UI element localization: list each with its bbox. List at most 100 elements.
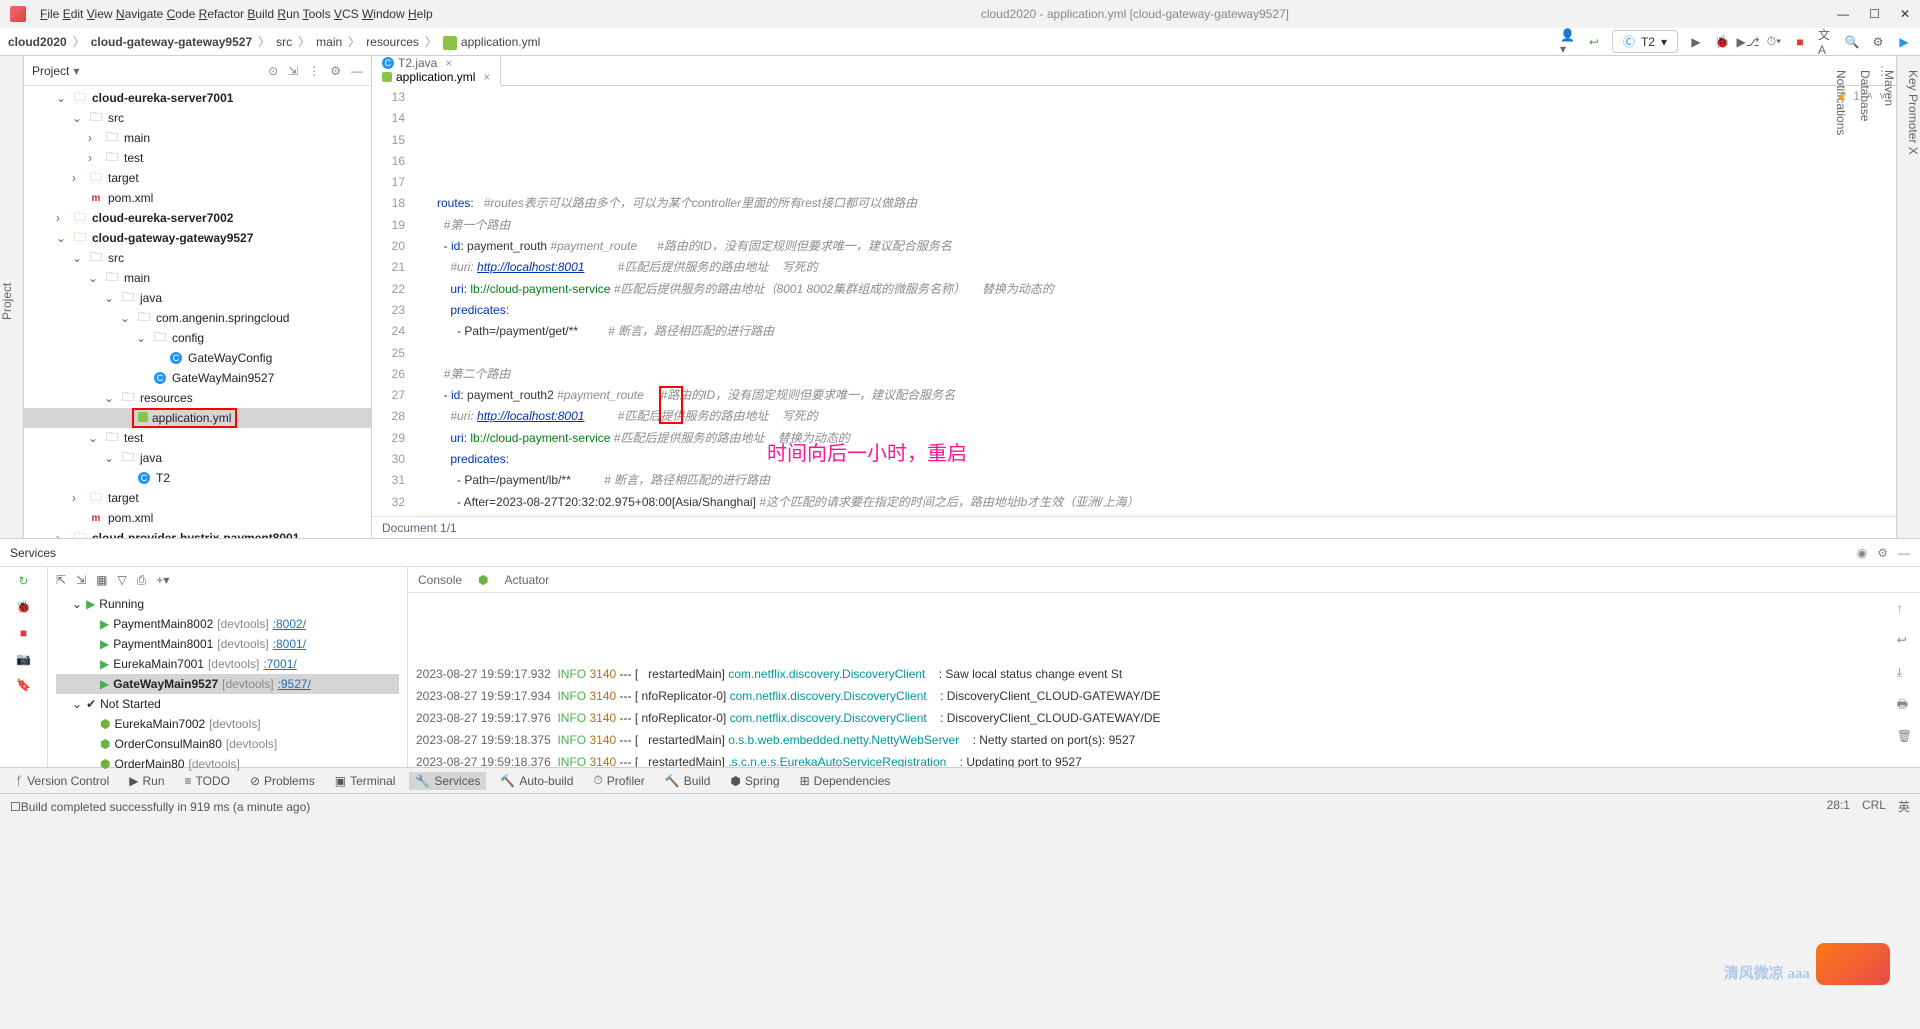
menu-refactor[interactable]: Refactor [199, 7, 244, 21]
stack-icon[interactable]: ⎙ [137, 573, 147, 588]
tree-node[interactable]: CGateWayConfig [24, 348, 371, 368]
project-tree[interactable]: ⌄🗀cloud-eureka-server7001⌄🗀src›🗀main›🗀te… [24, 86, 371, 538]
tree-node[interactable]: ⌄🗀src [24, 108, 371, 128]
service-item[interactable]: ⬢ OrderConsulMain80 [devtools] [56, 734, 399, 754]
toolwindow-version-control[interactable]: ᚶ Version Control [10, 772, 115, 790]
service-item[interactable]: ⬢ EurekaMain7002 [devtools] [56, 714, 399, 734]
project-sidebar-tab[interactable]: Project [0, 64, 14, 538]
menu-run[interactable]: Run [277, 7, 299, 21]
tree-node[interactable]: ⌄🗀cloud-eureka-server7001 [24, 88, 371, 108]
tree-node[interactable]: ›🗀target [24, 488, 371, 508]
close-tab-icon[interactable]: × [483, 70, 490, 84]
tree-node[interactable]: CT2 [24, 468, 371, 488]
settings-icon[interactable]: ◉ [1857, 546, 1867, 560]
add-icon[interactable]: +▾ [156, 573, 169, 588]
close-icon[interactable]: ✕ [1900, 7, 1910, 21]
tree-node[interactable]: ›🗀main [24, 128, 371, 148]
code-editor[interactable]: ▲ 1 ˄ ˅ 时间向后一小时，重启 routes: #routes表示可以路由… [417, 86, 1896, 516]
tree-node[interactable]: ⌄🗀resources [24, 388, 371, 408]
run-config-selector[interactable]: Ⓒ T2 ▾ [1612, 30, 1678, 53]
hide-icon[interactable]: — [351, 64, 363, 78]
tree-node[interactable]: ›🗀target [24, 168, 371, 188]
search-icon[interactable]: 🔍 [1844, 34, 1860, 50]
tree-node[interactable]: application.yml [24, 408, 371, 428]
breadcrumb-item[interactable]: main [316, 35, 342, 49]
toolwindow-auto-build[interactable]: 🔨 Auto-build [494, 772, 579, 790]
collapse-icon[interactable]: ⋮ [308, 64, 320, 78]
tree-node[interactable]: ⌄🗀src [24, 248, 371, 268]
coverage-icon[interactable]: ▶⎇ [1740, 34, 1756, 50]
maximize-icon[interactable]: ☐ [1869, 7, 1880, 21]
menu-tools[interactable]: Tools [303, 7, 331, 21]
menu-window[interactable]: Window [362, 7, 405, 21]
layout-icon[interactable]: ▦ [96, 573, 107, 588]
close-tab-icon[interactable]: × [445, 56, 452, 70]
tree-node[interactable]: ⌄🗀main [24, 268, 371, 288]
editor-tab[interactable]: application.yml× [372, 70, 501, 86]
toolwindow-spring[interactable]: ⬢ Spring [724, 772, 785, 790]
select-icon[interactable]: ⊙ [268, 64, 278, 78]
toolwindow-todo[interactable]: ≡ TODO [179, 772, 236, 790]
tree-node[interactable]: ⌄🗀java [24, 288, 371, 308]
breadcrumb-item[interactable]: cloud-gateway-gateway9527 [91, 35, 252, 49]
minimize-icon[interactable]: — [1837, 7, 1849, 21]
tree-node[interactable]: ⌄🗀java [24, 448, 371, 468]
tree-node[interactable]: ›🗀cloud-provider-hystrix-payment8001 [24, 528, 371, 538]
warning-icon[interactable]: ▲ [1835, 86, 1847, 107]
toolwindow-profiler[interactable]: ⏱ Profiler [587, 771, 650, 790]
camera-icon[interactable]: 📷 [16, 651, 32, 667]
tree-node[interactable]: ⌄🗀com.angenin.springcloud [24, 308, 371, 328]
bookmarks-icon[interactable]: 🔖 [16, 677, 32, 693]
profile-icon[interactable]: ⏱▾ [1766, 34, 1782, 50]
chevron-down-icon[interactable]: ▾ [73, 64, 79, 78]
services-tree[interactable]: ⇱ ⇲ ▦ ▽ ⎙ +▾ ⌄ ▶ Running▶ PaymentMain800… [48, 567, 408, 767]
tree-node[interactable]: mpom.xml [24, 508, 371, 528]
menu-file[interactable]: File [40, 7, 59, 21]
back-icon[interactable]: ↩ [1586, 34, 1602, 50]
tree-node[interactable]: mpom.xml [24, 188, 371, 208]
debug-icon[interactable]: 🐞 [1714, 34, 1730, 50]
console-output[interactable]: ↑ ↩ ⤓ 🖶 🗑 2023-08-27 19:59:17.932 INFO 3… [408, 593, 1920, 767]
chevron-up-icon[interactable]: ˄ [1866, 86, 1873, 107]
tree-node[interactable]: ⌄🗀config [24, 328, 371, 348]
expand-icon[interactable]: ⇲ [288, 64, 298, 78]
run-icon[interactable]: ▶ [1688, 34, 1704, 50]
scroll-end-icon[interactable]: ⤓ [1897, 661, 1912, 683]
menu-vcs[interactable]: VCS [334, 7, 359, 21]
toolwindow-run[interactable]: ▶ Run [123, 772, 170, 790]
filter-icon[interactable]: ▽ [117, 573, 126, 588]
toolwindow-terminal[interactable]: ▣ Terminal [329, 772, 402, 790]
collapse-icon[interactable]: ⇲ [76, 573, 86, 588]
avatar-icon[interactable]: ▶ [1896, 34, 1912, 50]
tree-node[interactable]: ⌄🗀test [24, 428, 371, 448]
debug-icon[interactable]: 🐞 [16, 599, 32, 615]
console-tab-actuator[interactable]: Actuator [505, 573, 550, 587]
tree-node[interactable]: ›🗀cloud-eureka-server7002 [24, 208, 371, 228]
menu-build[interactable]: Build [247, 7, 274, 21]
menu-view[interactable]: View [87, 7, 113, 21]
service-item[interactable]: ▶ PaymentMain8002 [devtools] :8002/ [56, 614, 399, 634]
toolwindow-dependencies[interactable]: ⊞ Dependencies [794, 772, 897, 790]
tree-node[interactable]: CGateWayMain9527 [24, 368, 371, 388]
service-item[interactable]: ▶ EurekaMain7001 [devtools] :7001/ [56, 654, 399, 674]
breadcrumb-item[interactable]: cloud2020 [8, 35, 67, 49]
settings-icon[interactable]: ⚙ [330, 64, 341, 78]
menu-edit[interactable]: Edit [63, 7, 84, 21]
tree-node[interactable]: ›🗀test [24, 148, 371, 168]
toolwindow-build[interactable]: 🔨 Build [659, 772, 717, 790]
toolwindow-services[interactable]: 🔧 Services [409, 772, 486, 790]
clear-icon[interactable]: 🗑 [1897, 725, 1912, 747]
breadcrumb-item[interactable]: src [276, 35, 292, 49]
breadcrumb-item[interactable]: application.yml [461, 35, 540, 49]
scroll-top-icon[interactable]: ↑ [1897, 597, 1912, 619]
tree-node[interactable]: ⌄🗀cloud-gateway-gateway9527 [24, 228, 371, 248]
services-notstarted-group[interactable]: ⌄ ✔ Not Started [56, 694, 399, 714]
service-item[interactable]: ▶ GateWayMain9527 [devtools] :9527/ [56, 674, 399, 694]
console-tab-console[interactable]: Console [418, 573, 462, 587]
soft-wrap-icon[interactable]: ↩ [1897, 629, 1912, 651]
menu-navigate[interactable]: Navigate [116, 7, 163, 21]
expand-icon[interactable]: ⇱ [56, 573, 66, 588]
stop-icon[interactable]: ■ [1792, 34, 1808, 50]
editor-tab[interactable]: CT2.java× [372, 56, 501, 70]
translate-icon[interactable]: 文A [1818, 34, 1834, 50]
